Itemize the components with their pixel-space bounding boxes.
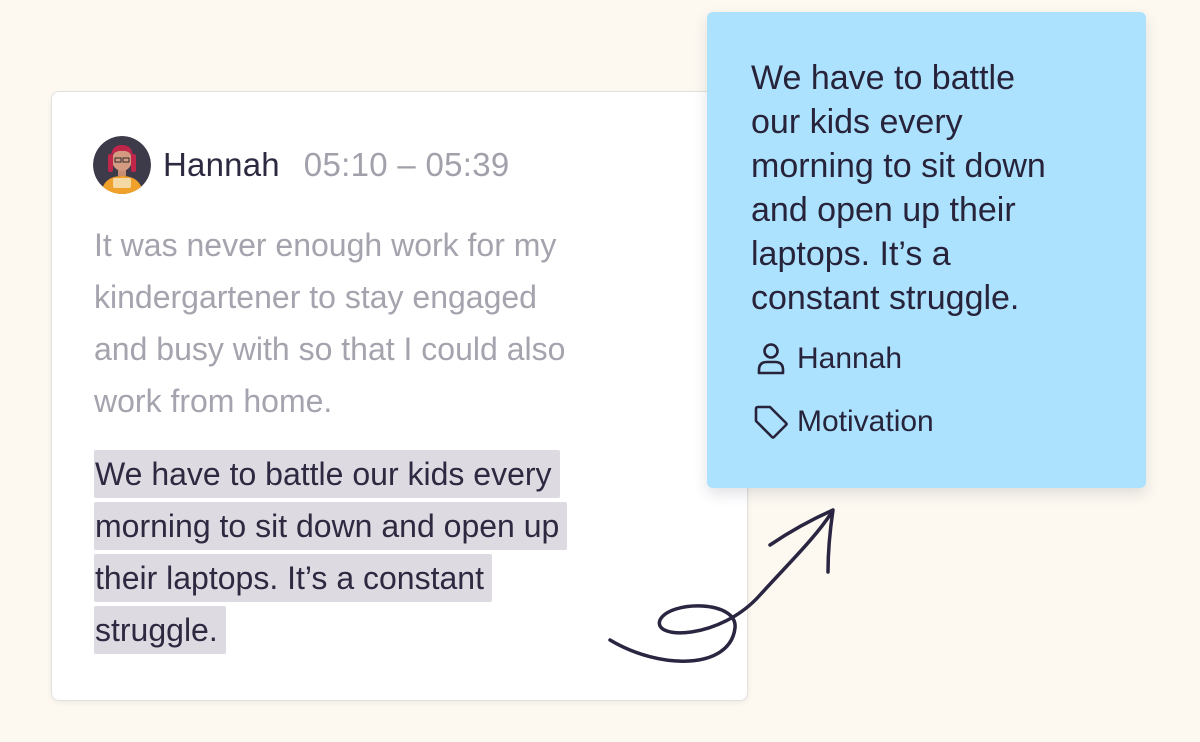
context-line: It was never enough work for my xyxy=(94,227,557,263)
transcript-header: Hannah 05:10 – 05:39 xyxy=(93,136,510,194)
note-quote-line: We have to battle xyxy=(751,59,1015,97)
timestamp: 05:10 – 05:39 xyxy=(303,146,510,183)
note-quote-line: laptops. It’s a xyxy=(751,235,951,273)
avatar-image xyxy=(93,136,151,194)
tag-icon xyxy=(754,405,788,439)
context-line: work from home. xyxy=(94,383,333,419)
note-tag[interactable]: Motivation xyxy=(751,402,934,442)
highlight-line[interactable]: We have to battle our kids every xyxy=(94,450,560,498)
note-quote-line: morning to sit down xyxy=(751,147,1046,185)
sticky-note[interactable]: We have to battle our kids every morning… xyxy=(707,12,1146,488)
note-tag-label: Motivation xyxy=(797,405,934,438)
note-quote-line: and open up their xyxy=(751,191,1016,229)
avatar xyxy=(93,136,151,194)
highlight-line[interactable]: their laptops. It’s a constant xyxy=(94,554,492,602)
highlight-line[interactable]: morning to sit down and open up xyxy=(94,502,568,550)
highlight-line[interactable]: struggle. xyxy=(94,606,226,654)
speaker-name: Hannah xyxy=(163,146,280,183)
note-quote: We have to battle our kids every morning… xyxy=(751,56,1131,320)
note-author-name: Hannah xyxy=(797,342,903,375)
curly-arrow-icon xyxy=(608,508,835,663)
note-quote-line: constant struggle. xyxy=(751,279,1020,317)
context-line: kindergartener to stay engaged xyxy=(94,279,537,315)
transcript-context-text: It was never enough work for my kinderga… xyxy=(94,219,694,427)
note-quote-line: our kids every xyxy=(751,103,963,141)
note-author[interactable]: Hannah xyxy=(751,339,902,379)
person-icon xyxy=(757,343,785,375)
context-line: and busy with so that I could also xyxy=(94,331,566,367)
